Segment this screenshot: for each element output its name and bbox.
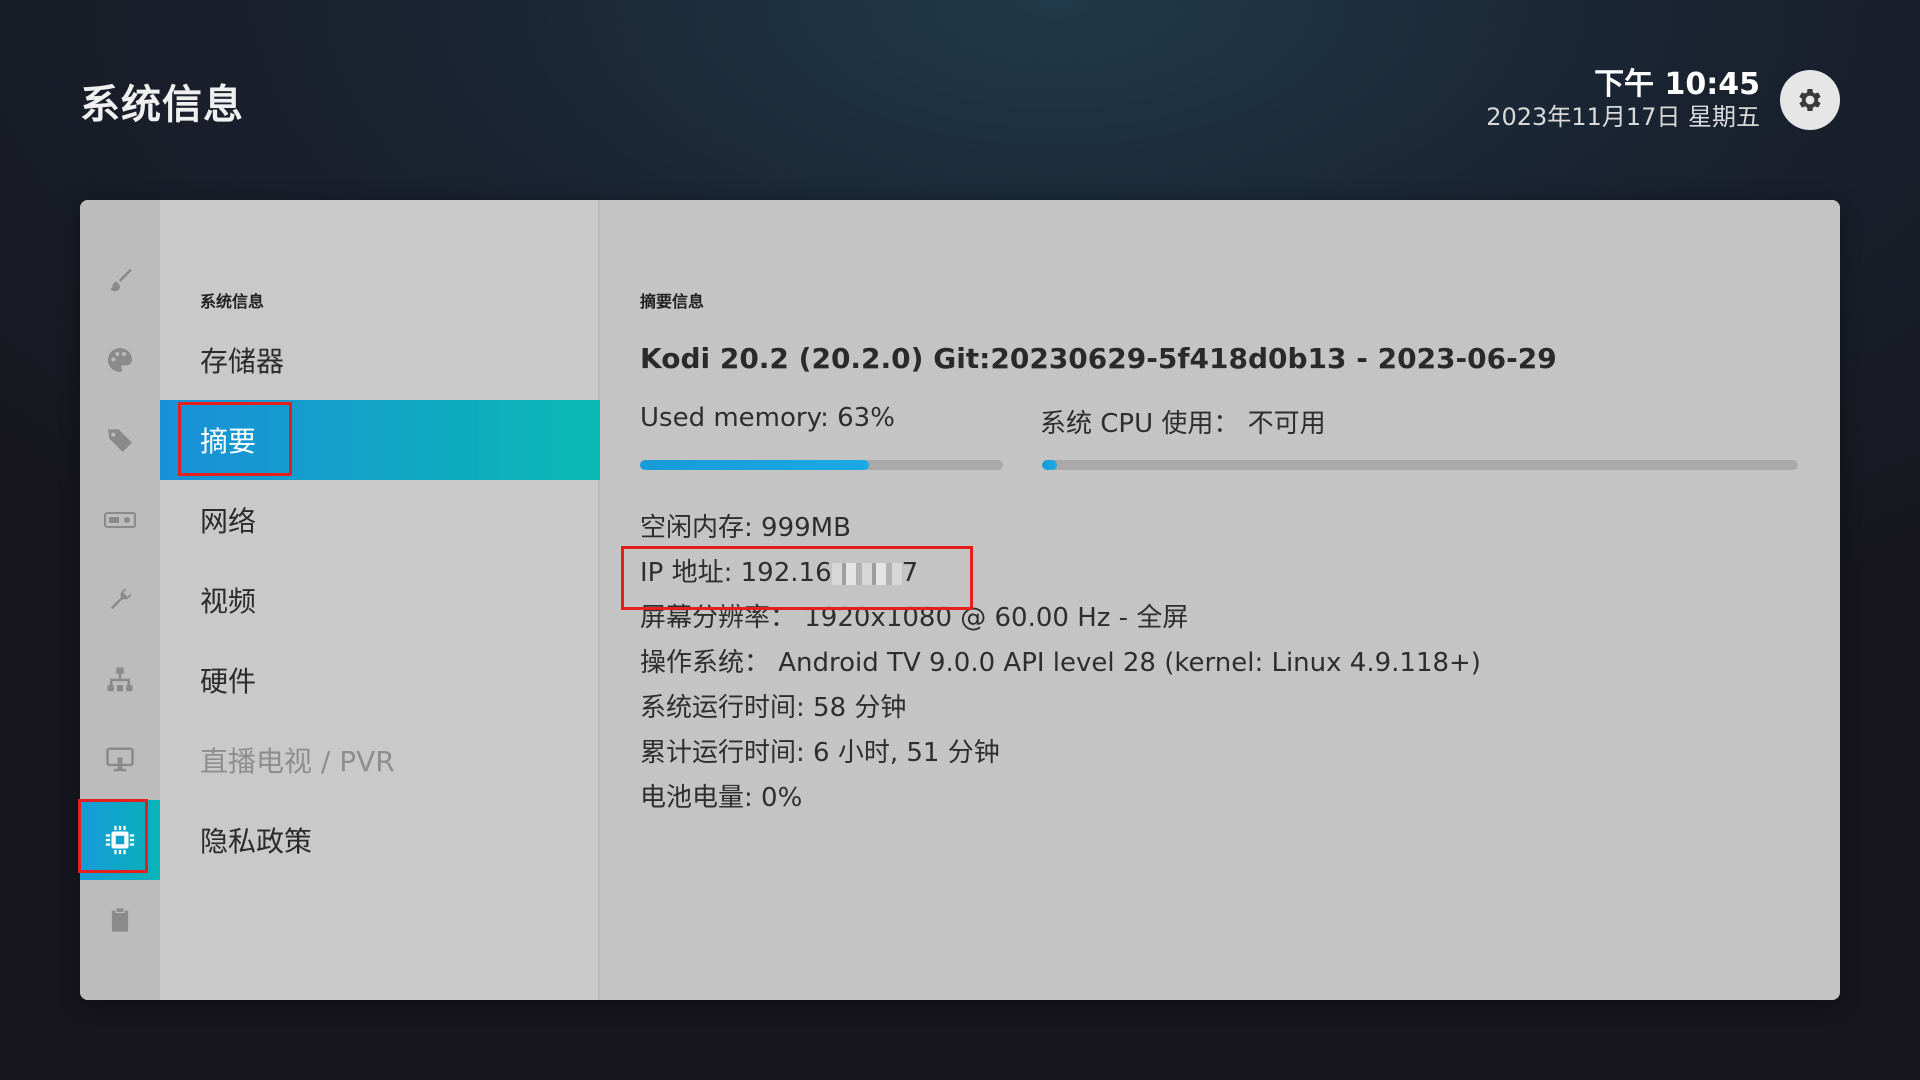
memory-usage-fill <box>640 460 869 470</box>
iconbar-item-network[interactable] <box>80 640 160 720</box>
wrench-icon <box>110 588 132 610</box>
clock-date: 2023年11月17日 星期五 <box>1486 103 1760 131</box>
iconbar-item-system[interactable] <box>80 560 160 640</box>
menu-item-label: 存储器 <box>200 345 285 378</box>
display-icon <box>106 747 134 772</box>
menu-item-video[interactable]: 视频 <box>160 560 600 640</box>
media-icon <box>104 512 136 528</box>
page-title: 系统信息 <box>80 82 244 128</box>
free-memory-text: 空闲内存: 999MB <box>640 513 851 543</box>
iconbar-item-interface[interactable] <box>80 240 160 320</box>
clipboard-icon <box>111 908 129 932</box>
highlight-box-ip-address <box>621 546 973 610</box>
memory-usage-label: Used memory: 63% <box>640 403 895 433</box>
settings-button[interactable] <box>1780 70 1840 130</box>
menu-item-label: 视频 <box>200 585 257 618</box>
menu-item-network[interactable]: 网络 <box>160 480 600 560</box>
menu-header: 系统信息 <box>200 292 265 311</box>
iconbar-item-tags[interactable] <box>80 400 160 480</box>
cpu-usage-label: 系统 CPU 使用： 不可用 <box>1040 409 1326 439</box>
menu-item-storage[interactable]: 存储器 <box>160 320 600 400</box>
iconbar-item-skin[interactable] <box>80 320 160 400</box>
clock: 下午 10:45 2023年11月17日 星期五 <box>1486 68 1760 132</box>
highlight-box-summary <box>178 402 292 476</box>
version-text: Kodi 20.2 (20.2.0) Git:20230629-5f418d0b… <box>640 342 1557 375</box>
iconbar-item-display[interactable] <box>80 720 160 800</box>
category-menu: 系统信息 存储器 摘要 网络 视频 硬件 直播电视 / PVR 隐私政策 <box>160 200 600 1000</box>
uptime-text: 系统运行时间: 58 分钟 <box>640 693 907 723</box>
clock-time: 下午 10:45 <box>1594 67 1760 102</box>
category-icon-bar <box>80 200 160 1000</box>
tags-icon <box>108 429 132 452</box>
iconbar-item-logs[interactable] <box>80 880 160 960</box>
content-header: 摘要信息 <box>640 292 705 311</box>
menu-item-label: 网络 <box>200 505 257 538</box>
os-text: 操作系统： Android TV 9.0.0 API level 28 (ker… <box>640 648 1481 678</box>
gear-icon <box>1799 89 1821 111</box>
menu-item-privacy[interactable]: 隐私政策 <box>160 800 600 880</box>
menu-item-label: 直播电视 / PVR <box>200 745 395 778</box>
menu-item-pvr: 直播电视 / PVR <box>160 720 600 800</box>
highlight-box-system-info-icon <box>78 799 148 873</box>
total-uptime-text: 累计运行时间: 6 小时, 51 分钟 <box>640 738 1000 768</box>
memory-usage-bar <box>640 460 1003 470</box>
cpu-usage-fill <box>1042 460 1058 470</box>
menu-item-label: 硬件 <box>200 665 257 698</box>
battery-text: 电池电量: 0% <box>640 783 803 813</box>
cpu-usage-bar <box>1042 460 1798 470</box>
menu-item-label: 隐私政策 <box>200 825 313 858</box>
iconbar-item-media[interactable] <box>80 480 160 560</box>
paintbrush-icon <box>110 268 132 292</box>
menu-item-hardware[interactable]: 硬件 <box>160 640 600 720</box>
network-icon <box>107 667 133 692</box>
palette-icon <box>108 348 132 372</box>
